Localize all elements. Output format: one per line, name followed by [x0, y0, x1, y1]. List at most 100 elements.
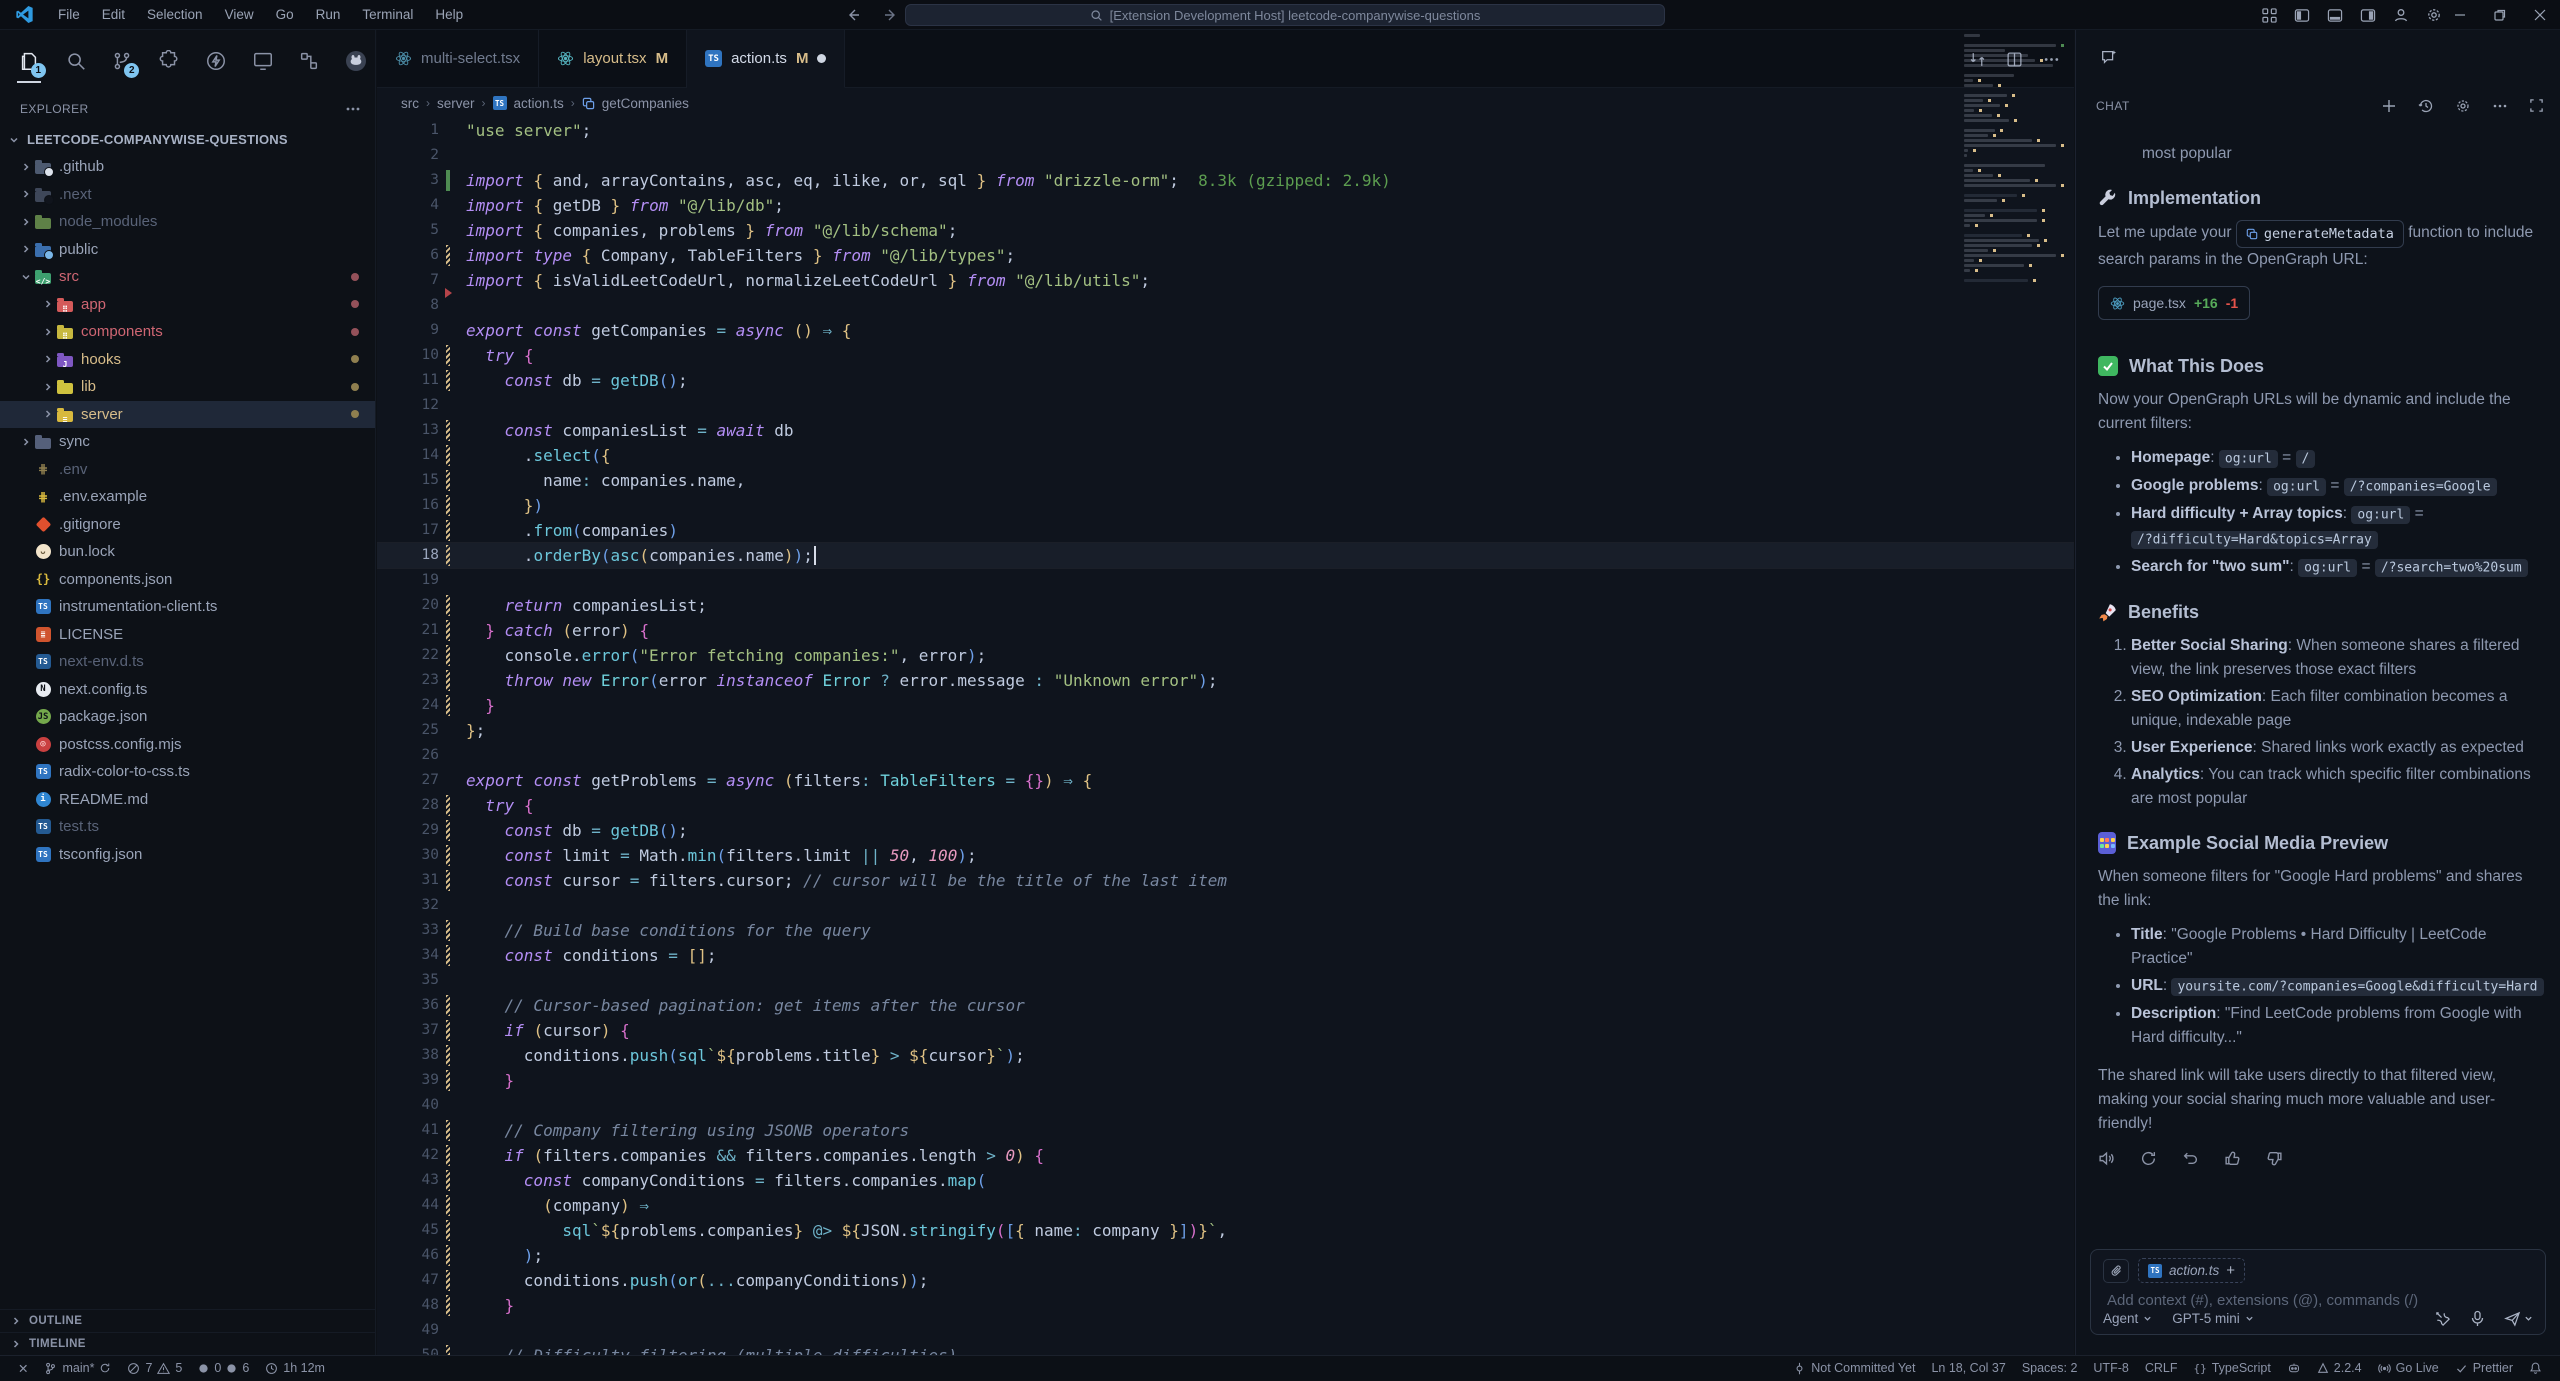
tools-icon[interactable] [2434, 1310, 2451, 1327]
code-line-42[interactable]: 42 if (filters.companies && filters.comp… [377, 1143, 2074, 1168]
code-line-41[interactable]: 41 // Company filtering using JSONB oper… [377, 1118, 2074, 1143]
remote-explorer-icon[interactable] [291, 41, 329, 81]
code-line-2[interactable]: 2 [377, 143, 2074, 168]
tab-multi-select[interactable]: multi-select.tsx [377, 30, 539, 87]
code-line-5[interactable]: 5import { companies, problems } from "@/… [377, 218, 2074, 243]
copilot-icon[interactable] [2279, 1356, 2309, 1381]
tree-item-bun-lock[interactable]: ᴗbun.lock [0, 538, 375, 566]
code-line-10[interactable]: 10 try { [377, 343, 2074, 368]
tree-item-radix-color-to-css-ts[interactable]: TSradix-color-to-css.ts [0, 758, 375, 786]
tab-layout[interactable]: layout.tsx M [539, 30, 687, 87]
code-line-24[interactable]: 24 } [377, 693, 2074, 718]
tree-item-hooks[interactable]: Jhooks [0, 346, 375, 374]
menu-view[interactable]: View [214, 7, 265, 22]
code-line-50[interactable]: 50 // Difficulty filtering (multiple dif… [377, 1343, 2074, 1355]
code-line-22[interactable]: 22 console.error("Error fetching compani… [377, 643, 2074, 668]
maximize-panel-icon[interactable] [2529, 98, 2544, 114]
code-line-31[interactable]: 31 const cursor = filters.cursor; // cur… [377, 868, 2074, 893]
menu-selection[interactable]: Selection [136, 7, 214, 22]
menu-terminal[interactable]: Terminal [351, 7, 424, 22]
account-icon[interactable] [2393, 7, 2409, 23]
code-line-49[interactable]: 49 [377, 1318, 2074, 1343]
tree-item-instrumentation-client-ts[interactable]: TSinstrumentation-client.ts [0, 593, 375, 621]
code-line-9[interactable]: 9export const getCompanies = async () ⇒ … [377, 318, 2074, 343]
code-line-7[interactable]: 7import { isValidLeetCodeUrl, normalizeL… [377, 268, 2074, 293]
tree-item-components-json[interactable]: {}components.json [0, 566, 375, 594]
outline-section[interactable]: OUTLINE [0, 1309, 375, 1332]
code-line-27[interactable]: 27export const getProblems = async (filt… [377, 768, 2074, 793]
tree-item--next[interactable]: .next [0, 181, 375, 209]
thunder-client-icon[interactable] [197, 41, 235, 81]
menu-go[interactable]: Go [265, 7, 305, 22]
chat-input-box[interactable]: TS action.ts + Add context (#), extensio… [2090, 1249, 2546, 1335]
menu-help[interactable]: Help [424, 7, 474, 22]
regenerate-icon[interactable] [2140, 1150, 2157, 1167]
add-context-icon[interactable]: + [2226, 1262, 2235, 1279]
code-line-28[interactable]: 28 try { [377, 793, 2074, 818]
code-line-6[interactable]: 6import type { Company, TableFilters } f… [377, 243, 2074, 268]
coderabbit-icon[interactable] [337, 41, 375, 81]
close-icon[interactable] [2520, 0, 2560, 30]
code-line-16[interactable]: 16 }) [377, 493, 2074, 518]
notifications-bell-icon[interactable] [2521, 1356, 2550, 1381]
code-line-29[interactable]: 29 const db = getDB(); [377, 818, 2074, 843]
code-line-36[interactable]: 36 // Cursor-based pagination: get items… [377, 993, 2074, 1018]
code-line-32[interactable]: 32 [377, 893, 2074, 918]
tree-item-test-ts[interactable]: TStest.ts [0, 813, 375, 841]
code-line-34[interactable]: 34 const conditions = []; [377, 943, 2074, 968]
formatter-status[interactable]: Prettier [2447, 1356, 2521, 1381]
tree-item-components[interactable]: ⠿components [0, 318, 375, 346]
code-line-13[interactable]: 13 const companiesList = await db [377, 418, 2074, 443]
code-line-4[interactable]: 4import { getDB } from "@/lib/db"; [377, 193, 2074, 218]
code-line-30[interactable]: 30 const limit = Math.min(filters.limit … [377, 843, 2074, 868]
code-line-18[interactable]: 18 .orderBy(asc(companies.name)); [377, 543, 2074, 568]
code-line-23[interactable]: 23 throw new Error(error instanceof Erro… [377, 668, 2074, 693]
new-chat-icon[interactable] [2381, 98, 2397, 114]
tree-item-src[interactable]: </>src [0, 263, 375, 291]
tree-item--env-example[interactable]: ⋕.env.example [0, 483, 375, 511]
chat-input-placeholder[interactable]: Add context (#), extensions (@), command… [2107, 1292, 2533, 1309]
remote-indicator[interactable]: ✕ [10, 1356, 36, 1381]
code-line-26[interactable]: 26 [377, 743, 2074, 768]
code-line-38[interactable]: 38 conditions.push(sql`${problems.title}… [377, 1043, 2074, 1068]
toggle-panel-icon[interactable] [2327, 8, 2343, 23]
tree-item--env[interactable]: ⋕.env [0, 456, 375, 484]
tree-item-lib[interactable]: lib [0, 373, 375, 401]
tree-item-postcss-config-mjs[interactable]: ◎postcss.config.mjs [0, 731, 375, 759]
tree-item-server[interactable]: ≡server [0, 401, 375, 429]
commit-status[interactable]: Not Committed Yet [1785, 1356, 1923, 1381]
extension-version[interactable]: 2.2.4 [2309, 1356, 2370, 1381]
open-chat-editor-icon[interactable] [2100, 48, 2118, 66]
code-line-21[interactable]: 21 } catch (error) { [377, 618, 2074, 643]
explorer-icon[interactable]: 1 [10, 41, 48, 81]
code-line-20[interactable]: 20 return companiesList; [377, 593, 2074, 618]
tree-item-node-modules[interactable]: node_modules [0, 208, 375, 236]
code-line-33[interactable]: 33 // Build base conditions for the quer… [377, 918, 2074, 943]
breadcrumb-item[interactable]: action.ts [514, 96, 564, 111]
chat-more-icon[interactable] [2492, 98, 2508, 114]
tree-item--gitignore[interactable]: .gitignore [0, 511, 375, 539]
nav-back-icon[interactable] [845, 7, 861, 23]
todo-indicator[interactable]: 0 6 [190, 1356, 257, 1381]
code-line-44[interactable]: 44 (company) ⇒ [377, 1193, 2074, 1218]
code-line-39[interactable]: 39 } [377, 1068, 2074, 1093]
indentation[interactable]: Spaces: 2 [2014, 1356, 2086, 1381]
history-icon[interactable] [2418, 98, 2434, 114]
explorer-more-icon[interactable] [345, 101, 361, 117]
speaker-icon[interactable] [2098, 1150, 2115, 1167]
code-line-11[interactable]: 11 const db = getDB(); [377, 368, 2074, 393]
code-line-48[interactable]: 48 } [377, 1293, 2074, 1318]
mode-selector[interactable]: Agent [2103, 1311, 2152, 1326]
tree-item-package-json[interactable]: JSpackage.json [0, 703, 375, 731]
tree-item-app[interactable]: ⠿app [0, 291, 375, 319]
source-control-icon[interactable]: 2 [104, 41, 142, 81]
code-line-3[interactable]: 3import { and, arrayContains, asc, eq, i… [377, 168, 2074, 193]
menu-edit[interactable]: Edit [91, 7, 136, 22]
code-line-37[interactable]: 37 if (cursor) { [377, 1018, 2074, 1043]
tree-item-license[interactable]: ≣LICENSE [0, 621, 375, 649]
workspace-root[interactable]: LEETCODE-COMPANYWISE-QUESTIONS [0, 126, 375, 153]
eol-selector[interactable]: CRLF [2137, 1356, 2186, 1381]
tree-item-next-config-ts[interactable]: Nnext.config.ts [0, 676, 375, 704]
code-line-12[interactable]: 12 [377, 393, 2074, 418]
search-view-icon[interactable] [57, 41, 95, 81]
